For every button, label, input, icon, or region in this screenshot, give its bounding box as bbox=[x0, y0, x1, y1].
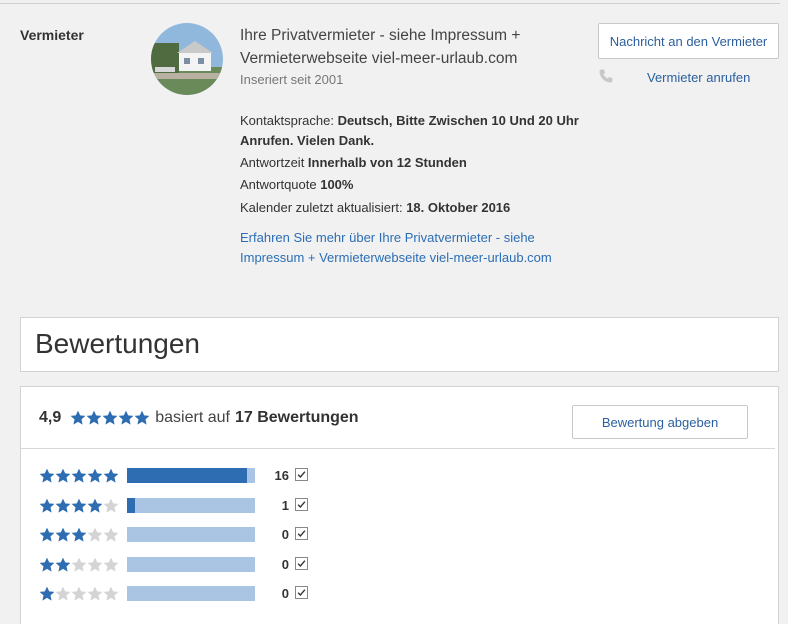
star-icon bbox=[103, 527, 119, 542]
response-time-value: Innerhalb von 12 Stunden bbox=[307, 155, 467, 170]
star-icon bbox=[86, 410, 102, 425]
star-icon bbox=[55, 527, 71, 542]
review-count[interactable]: 17 Bewertungen bbox=[235, 409, 359, 427]
checkbox-icon[interactable] bbox=[295, 497, 308, 511]
star-icon bbox=[39, 468, 55, 483]
star-icon bbox=[103, 586, 119, 601]
ratings-panel: 4,9 basiert auf 17 Bewertungen Bewertung… bbox=[20, 386, 779, 624]
star-rating-icons bbox=[39, 468, 119, 483]
star-icon bbox=[55, 498, 71, 513]
star-icon bbox=[87, 468, 103, 483]
rating-row-stars bbox=[39, 586, 119, 602]
host-avatar[interactable] bbox=[151, 23, 223, 95]
star-icon bbox=[118, 410, 134, 425]
star-icon bbox=[71, 468, 87, 483]
star-icon bbox=[87, 527, 103, 542]
response-rate-value: 100% bbox=[320, 177, 354, 192]
response-rate: Antwortquote 100% bbox=[240, 175, 353, 195]
response-rate-label: Antwortquote bbox=[240, 177, 321, 192]
checkbox-icon[interactable] bbox=[295, 527, 308, 540]
rating-row-stars bbox=[39, 527, 119, 543]
based-on-text: basiert auf bbox=[155, 409, 230, 426]
star-icon bbox=[87, 498, 103, 513]
write-review-button[interactable]: Bewertung abgeben bbox=[572, 405, 748, 439]
average-stars bbox=[70, 410, 150, 426]
phone-icon bbox=[599, 69, 613, 83]
listed-since: Inseriert seit 2001 bbox=[240, 72, 344, 87]
host-name: Ihre Privatvermieter - siehe Impressum +… bbox=[240, 27, 521, 67]
rating-count: 0 bbox=[281, 586, 289, 601]
star-icon bbox=[55, 468, 71, 483]
star-icon bbox=[39, 557, 55, 572]
star-icon bbox=[71, 586, 87, 601]
response-time-label: Antwortzeit bbox=[240, 155, 308, 170]
rating-row-3: 0 bbox=[39, 525, 339, 545]
average-score: 4,9 bbox=[39, 409, 62, 426]
contact-language-label: Kontaktsprache: bbox=[240, 113, 338, 128]
star-icon bbox=[39, 586, 55, 601]
rating-count: 0 bbox=[281, 556, 289, 572]
rating-summary: 4,9 basiert auf 17 Bewertungen bbox=[39, 409, 359, 427]
rating-bar bbox=[127, 556, 255, 572]
star-rating-icons bbox=[39, 527, 119, 542]
rating-row-4: 1 bbox=[39, 496, 339, 516]
star-icon bbox=[55, 557, 71, 572]
star-icon bbox=[103, 498, 119, 513]
rating-count: 16 bbox=[274, 468, 289, 483]
star-icon bbox=[134, 410, 150, 425]
calendar-updated: Kalender zuletzt aktualisiert: 18. Oktob… bbox=[240, 198, 510, 218]
rating-bar bbox=[127, 497, 255, 513]
rating-row-1: 0 bbox=[39, 584, 339, 604]
star-icon bbox=[87, 586, 103, 601]
star-icon bbox=[70, 410, 86, 425]
reviews-title: Bewertungen bbox=[35, 328, 201, 359]
call-host-link[interactable]: Vermieter anrufen bbox=[647, 70, 750, 85]
star-icon bbox=[55, 586, 71, 601]
response-time: Antwortzeit Innerhalb von 12 Stunden bbox=[240, 153, 467, 173]
calendar-updated-label: Kalender zuletzt aktualisiert: bbox=[240, 200, 407, 215]
rating-row-stars bbox=[39, 557, 119, 573]
rating-bar bbox=[127, 468, 255, 483]
host-more-link[interactable]: Erfahren Sie mehr über Ihre Privatvermie… bbox=[240, 228, 580, 268]
star-icon bbox=[103, 557, 119, 572]
star-icon bbox=[103, 468, 119, 483]
rating-bar-fill bbox=[127, 497, 135, 513]
star-icon bbox=[87, 557, 103, 572]
reviews-header-panel: Bewertungen bbox=[20, 317, 779, 372]
top-divider bbox=[0, 3, 780, 4]
star-icon bbox=[71, 527, 87, 542]
checkbox-icon[interactable] bbox=[295, 468, 308, 481]
rating-row-stars bbox=[39, 468, 119, 484]
checkbox-icon[interactable] bbox=[295, 556, 308, 570]
host-section-label: Vermieter bbox=[20, 27, 84, 43]
star-icon bbox=[71, 498, 87, 513]
rating-count: 1 bbox=[281, 497, 289, 513]
rating-row-2: 0 bbox=[39, 555, 339, 575]
rating-count: 0 bbox=[281, 527, 289, 542]
star-icon bbox=[102, 410, 118, 425]
message-host-button[interactable]: Nachricht an den Vermieter bbox=[598, 23, 779, 59]
star-rating-icons bbox=[39, 498, 119, 513]
star-rating-icons bbox=[39, 586, 119, 601]
ratings-divider bbox=[21, 448, 775, 449]
rating-bar-fill bbox=[127, 468, 248, 483]
rating-row-5: 16 bbox=[39, 466, 339, 486]
contact-language: Kontaktsprache: Deutsch, Bitte Zwischen … bbox=[240, 111, 590, 151]
calendar-updated-value: 18. Oktober 2016 bbox=[406, 200, 511, 215]
star-icon bbox=[71, 557, 87, 572]
rating-bar bbox=[127, 527, 255, 542]
star-rating-icons bbox=[70, 410, 150, 425]
star-rating-icons bbox=[39, 557, 119, 572]
checkbox-icon[interactable] bbox=[295, 586, 308, 599]
rating-bar bbox=[127, 586, 255, 601]
star-icon bbox=[39, 498, 55, 513]
star-icon bbox=[39, 527, 55, 542]
rating-row-stars bbox=[39, 498, 119, 514]
